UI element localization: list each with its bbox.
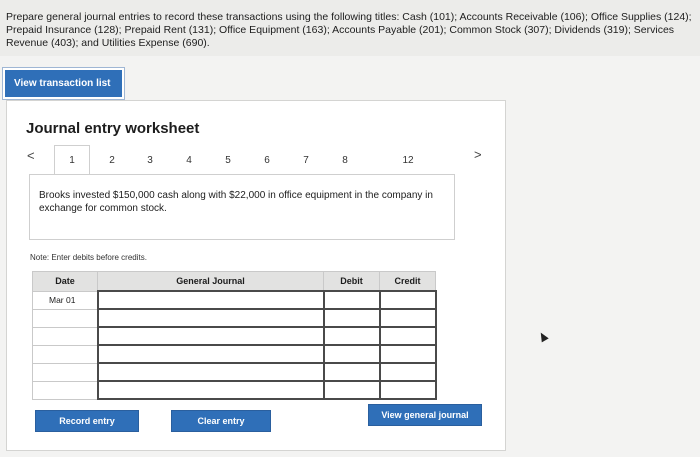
record-entry-button[interactable]: Record entry — [35, 410, 139, 432]
view-general-journal-button[interactable]: View general journal — [368, 404, 482, 426]
debit-input[interactable] — [322, 380, 381, 400]
account-input[interactable] — [96, 380, 325, 400]
account-input[interactable] — [96, 362, 325, 382]
table-row: Mar 01 — [32, 290, 437, 310]
account-input[interactable] — [96, 344, 325, 364]
debit-input[interactable] — [322, 344, 381, 364]
table-row — [32, 362, 437, 382]
debit-header: Debit — [323, 271, 380, 292]
credit-input[interactable] — [378, 308, 437, 328]
journal-entry-worksheet: Journal entry worksheet < 1 2 3 4 5 6 7 … — [6, 100, 506, 451]
debit-input[interactable] — [322, 308, 381, 328]
credit-input[interactable] — [378, 362, 437, 382]
next-arrow-icon[interactable]: > — [474, 147, 482, 162]
debit-input[interactable] — [322, 362, 381, 382]
instructions-text: Prepare general journal entries to recor… — [0, 0, 700, 56]
date-cell — [32, 308, 98, 328]
date-cell — [32, 344, 98, 364]
table-row — [32, 380, 437, 400]
credit-input[interactable] — [378, 344, 437, 364]
tab-12[interactable]: 12 — [390, 145, 426, 175]
credit-header: Credit — [379, 271, 436, 292]
table-row — [32, 344, 437, 364]
worksheet-title: Journal entry worksheet — [26, 120, 200, 137]
credit-input[interactable] — [378, 290, 437, 310]
tab-5[interactable]: 5 — [210, 145, 246, 175]
table-row — [32, 308, 437, 328]
note-text: Note: Enter debits before credits. — [30, 253, 147, 262]
journal-table: Date General Journal Debit Credit Mar 01 — [32, 271, 437, 400]
date-cell — [32, 326, 98, 346]
date-cell: Mar 01 — [32, 290, 98, 310]
date-cell — [32, 380, 98, 400]
account-input[interactable] — [96, 290, 325, 310]
tab-7[interactable]: 7 — [288, 145, 324, 175]
debit-input[interactable] — [322, 290, 381, 310]
date-header: Date — [32, 271, 98, 292]
tab-8[interactable]: 8 — [327, 145, 363, 175]
general-journal-header: General Journal — [97, 271, 324, 292]
table-row — [32, 326, 437, 346]
clear-entry-button[interactable]: Clear entry — [171, 410, 271, 432]
debit-input[interactable] — [322, 326, 381, 346]
account-input[interactable] — [96, 326, 325, 346]
tab-6[interactable]: 6 — [249, 145, 285, 175]
date-cell — [32, 362, 98, 382]
tab-3[interactable]: 3 — [132, 145, 168, 175]
tab-1[interactable]: 1 — [54, 145, 90, 175]
transaction-description: Brooks invested $150,000 cash along with… — [29, 174, 455, 240]
tab-2[interactable]: 2 — [94, 145, 130, 175]
view-transaction-list-button[interactable]: View transaction list — [2, 67, 125, 100]
credit-input[interactable] — [378, 326, 437, 346]
transaction-tabs: 1 2 3 4 5 6 7 8 12 — [54, 145, 422, 175]
tab-4[interactable]: 4 — [171, 145, 207, 175]
prev-arrow-icon[interactable]: < — [27, 148, 35, 163]
credit-input[interactable] — [378, 380, 437, 400]
account-input[interactable] — [96, 308, 325, 328]
